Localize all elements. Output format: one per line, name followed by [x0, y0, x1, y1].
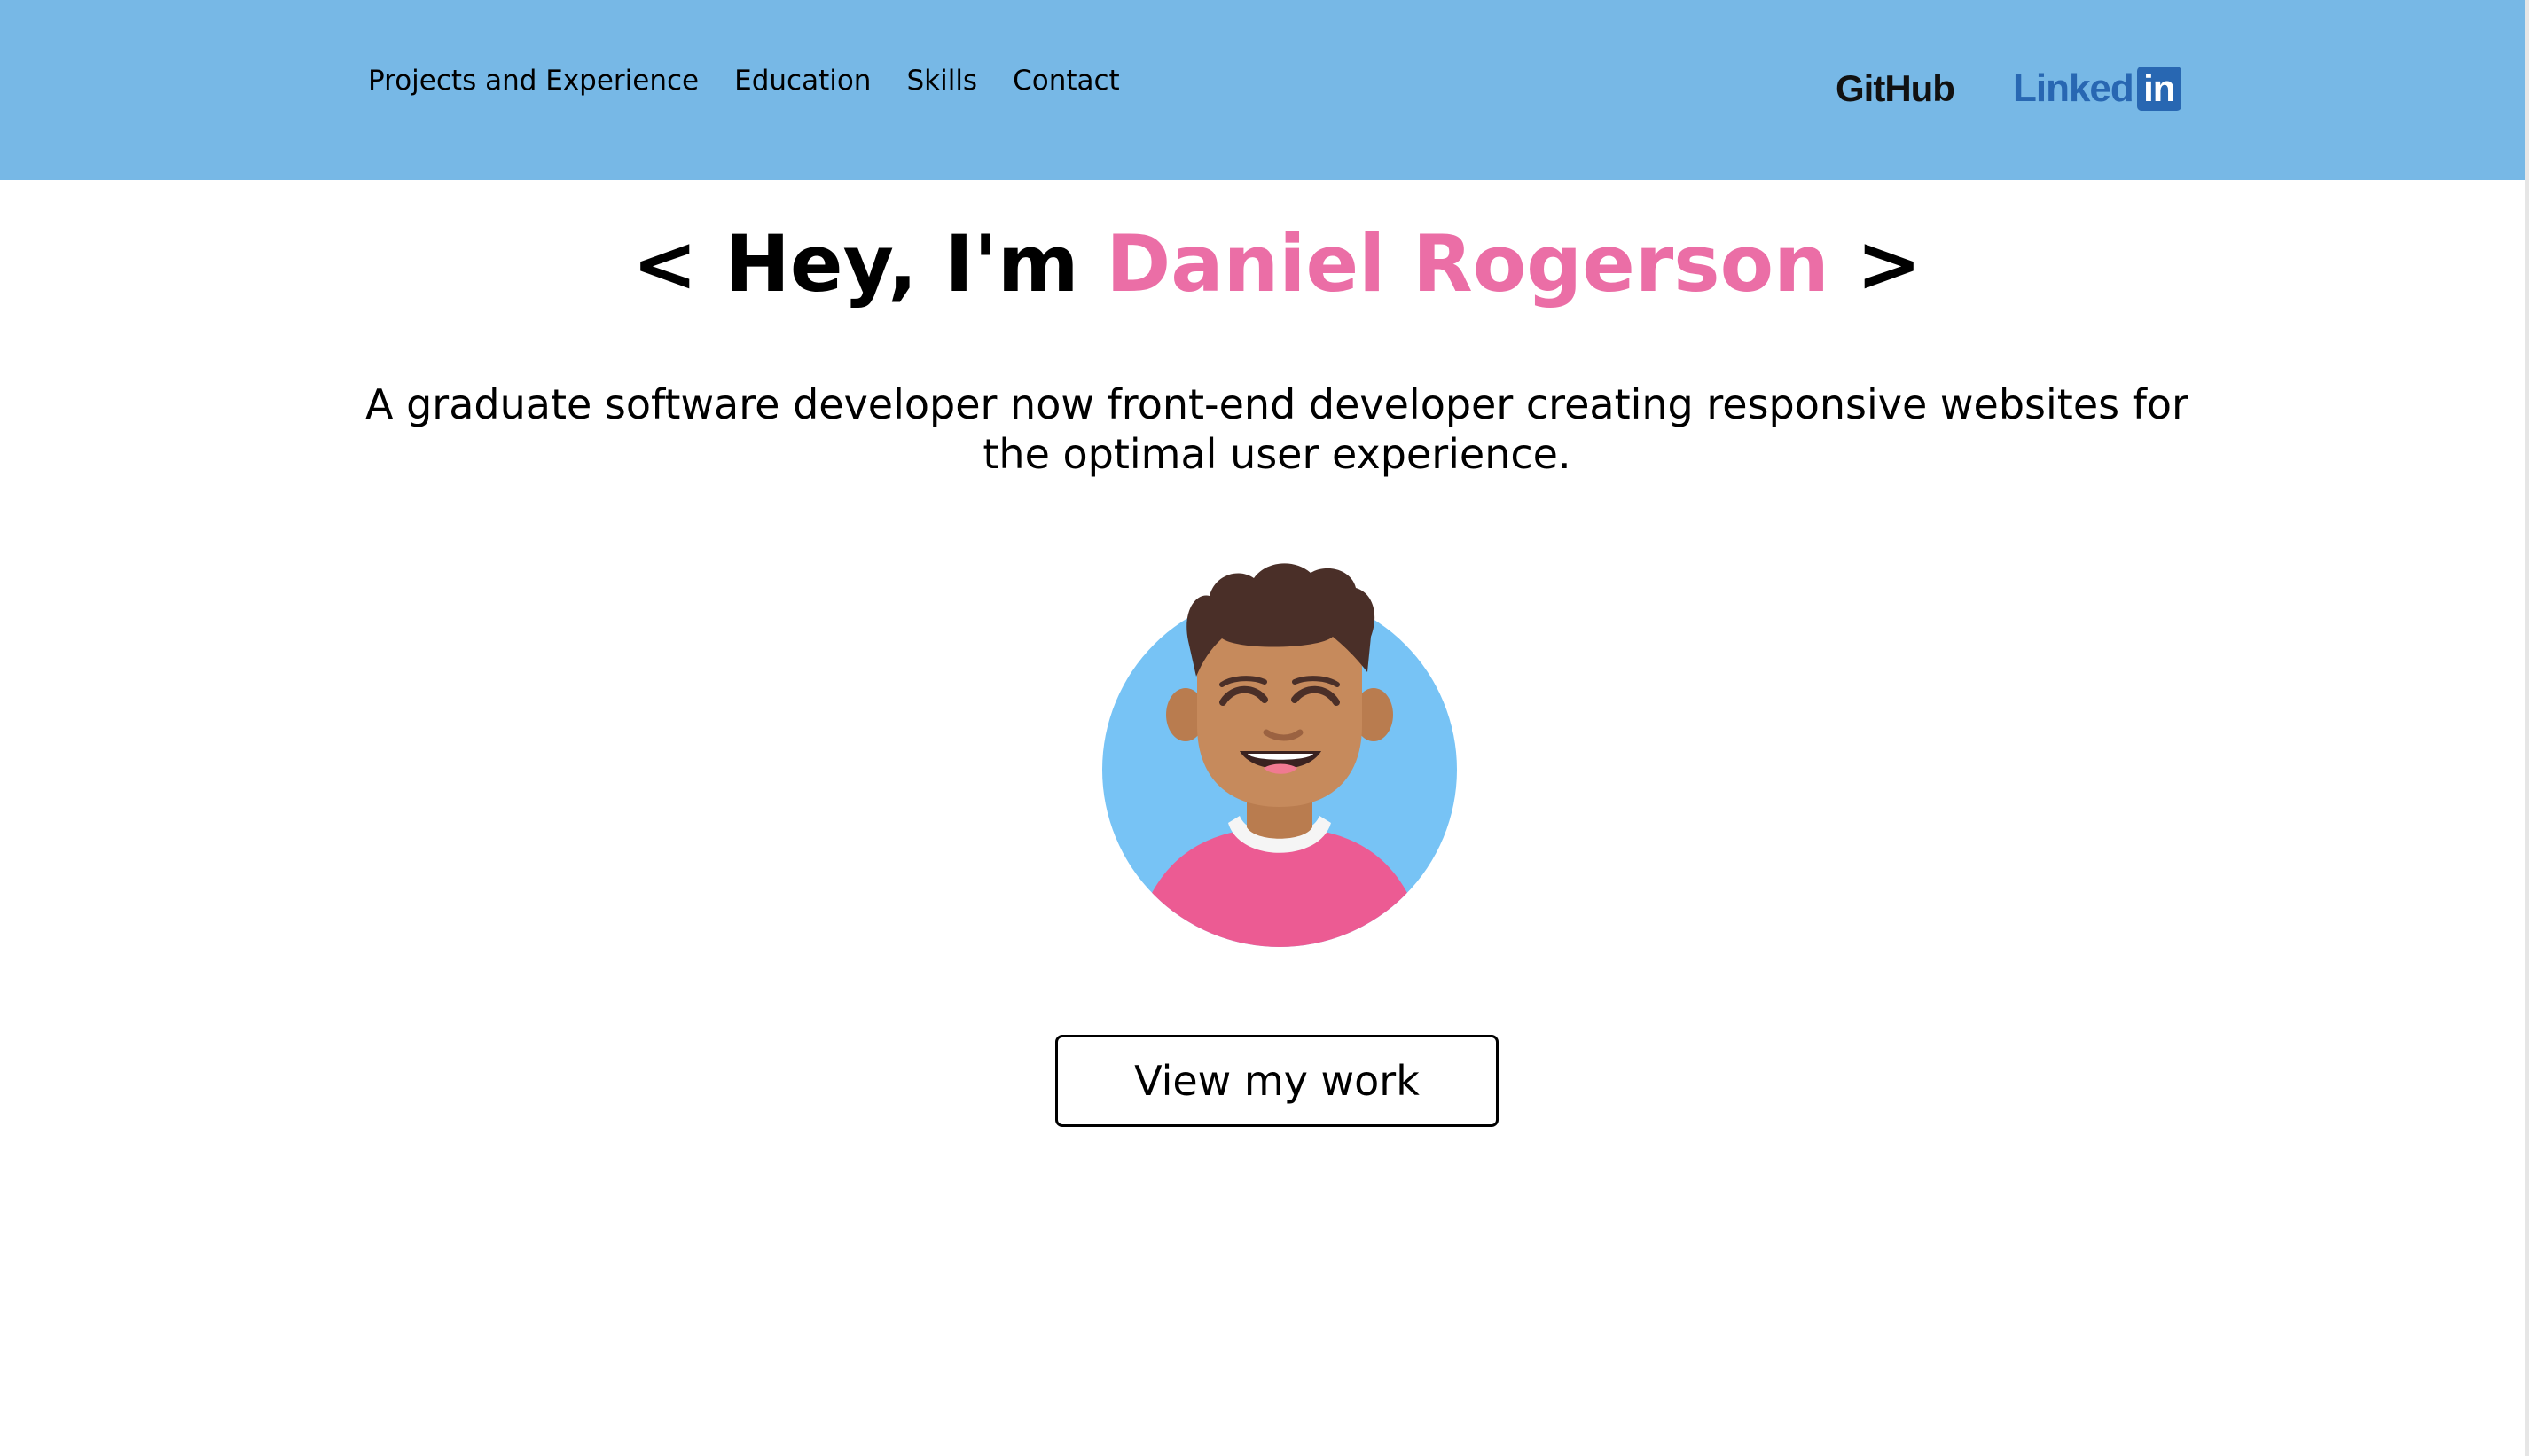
- linkedin-wordmark: Linked: [2012, 67, 2134, 110]
- hero-title-suffix: >: [1856, 218, 1922, 309]
- nav-link-contact[interactable]: Contact: [1013, 60, 1120, 101]
- smiling-avatar-icon: [1102, 563, 1457, 947]
- linkedin-link[interactable]: Linked in: [2013, 67, 2181, 111]
- social-links: GitHub Linked in: [1836, 67, 2181, 111]
- github-link[interactable]: GitHub: [1836, 67, 1955, 110]
- nav-link-skills[interactable]: Skills: [906, 60, 977, 101]
- hero-title-prefix: < Hey, I'm: [631, 218, 1079, 309]
- view-my-work-button[interactable]: View my work: [1055, 1035, 1499, 1127]
- hero-name: Daniel Rogerson: [1106, 218, 1829, 309]
- main-navigation: Projects and Experience Education Skills…: [368, 60, 1120, 101]
- portfolio-page: Projects and Experience Education Skills…: [0, 0, 2529, 1456]
- hero-title: < Hey, I'm Daniel Rogerson >: [0, 209, 2529, 319]
- hero-subtitle: A graduate software developer now front-…: [365, 380, 2188, 478]
- nav-link-projects-and-experience[interactable]: Projects and Experience: [368, 60, 699, 101]
- top-navigation-bar: Projects and Experience Education Skills…: [0, 0, 2525, 180]
- linkedin-in-badge: in: [2136, 67, 2181, 111]
- nav-link-education[interactable]: Education: [734, 60, 871, 101]
